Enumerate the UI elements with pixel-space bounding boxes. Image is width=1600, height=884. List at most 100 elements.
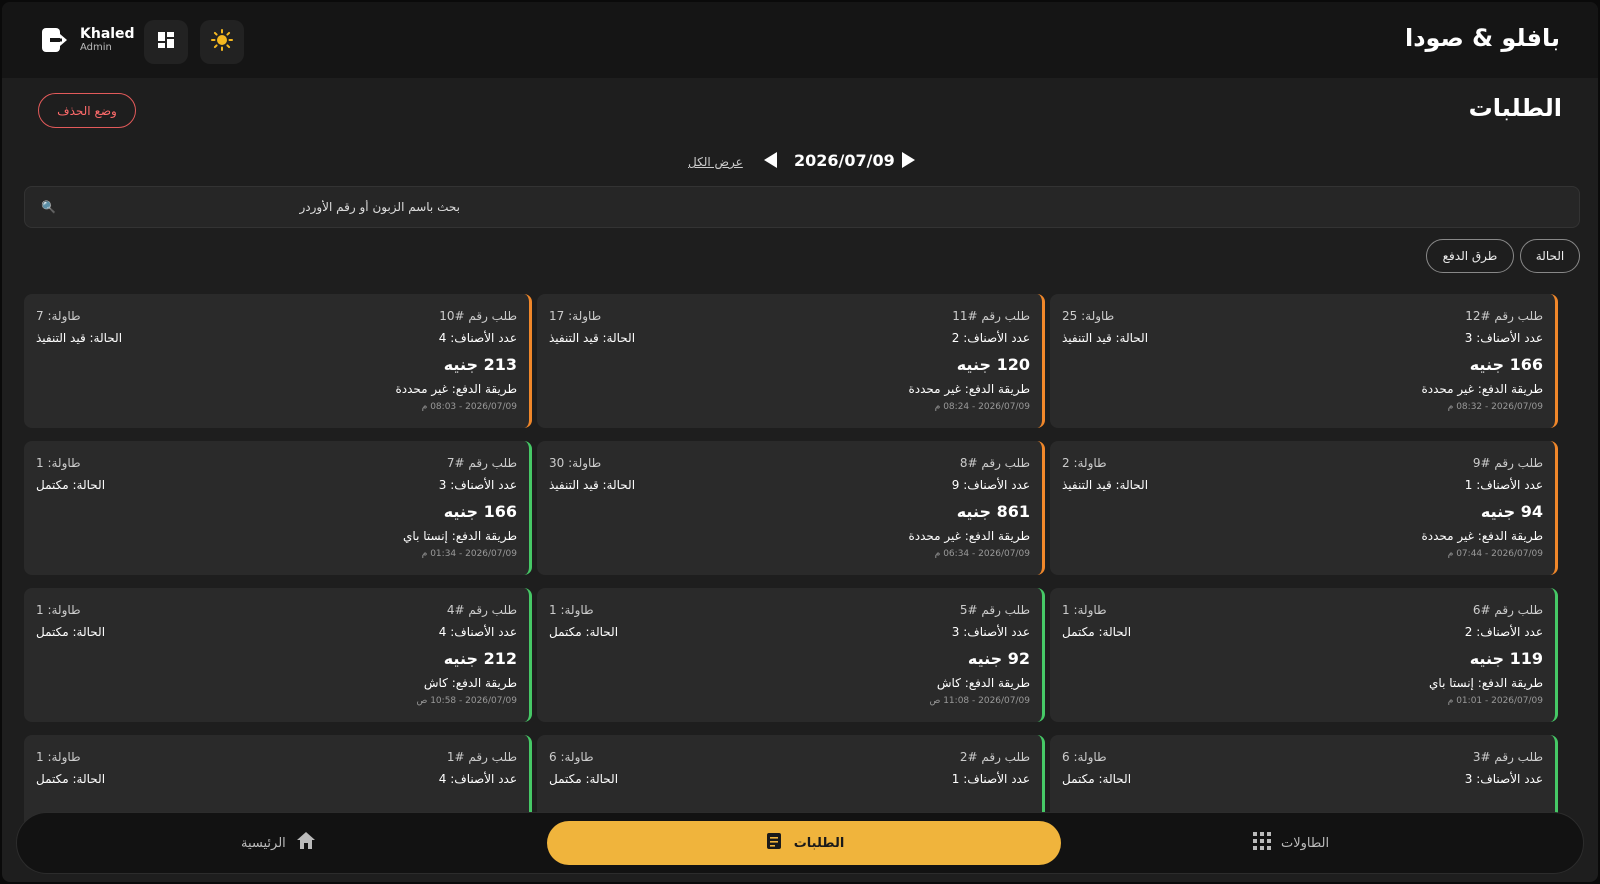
receipt-icon: [764, 831, 784, 855]
order-status: الحالة: مكتمل: [1062, 625, 1132, 639]
order-card[interactable]: طلب رقم #11 طاولة: 17 عدد الأصناف: 2 الحالة…: [537, 294, 1045, 428]
order-items-count: عدد الأصناف: 3: [951, 625, 1030, 639]
home-icon: [296, 831, 316, 855]
order-items-count: عدد الأصناف: 9: [951, 478, 1030, 492]
order-price: 120 جنيه: [956, 355, 1030, 374]
status-filter-button[interactable]: الحالة: [1520, 239, 1580, 273]
date-navigation: عرض الكل 2026/07/09: [2, 148, 1598, 176]
order-items-count: عدد الأصناف: 2: [951, 331, 1030, 345]
logout-icon[interactable]: [40, 26, 68, 54]
dashboard-icon: [157, 31, 175, 53]
grid-icon: [1253, 832, 1271, 854]
order-price: 166 جنيه: [443, 502, 517, 521]
order-payment-method: طريقة الدفع: غير محددة: [908, 382, 1030, 396]
orders-grid: طلب رقم #12 طاولة: 25 عدد الأصناف: 3 الحالة…: [24, 294, 1580, 869]
bottom-navigation: الطاولات الطلبات الرئيسية: [16, 812, 1584, 874]
order-card[interactable]: طلب رقم #12 طاولة: 25 عدد الأصناف: 3 الحالة…: [1050, 294, 1558, 428]
order-table: طاولة: 6: [1062, 750, 1107, 764]
order-table: طاولة: 1: [549, 603, 594, 617]
order-table: طاولة: 1: [36, 750, 81, 764]
user-block: Khaled Admin: [40, 24, 135, 56]
nav-orders[interactable]: الطلبات: [547, 821, 1061, 865]
search-icon: 🔍: [41, 200, 56, 214]
order-date: 2026/07/09 - 07:44 م: [1447, 549, 1543, 559]
order-table: طاولة: 6: [549, 750, 594, 764]
order-payment-method: طريقة الدفع: إنستا باي: [1429, 676, 1543, 690]
top-bar: Khaled Admin بافلو & صودا: [2, 2, 1598, 78]
order-status: الحالة: قيد التنفيذ: [1062, 331, 1149, 345]
order-status: الحالة: مكتمل: [549, 625, 619, 639]
nav-orders-label: الطلبات: [793, 835, 845, 851]
nav-home-label: الرئيسية: [241, 835, 286, 851]
next-date-icon[interactable]: [902, 152, 915, 168]
order-price: 166 جنيه: [1469, 355, 1543, 374]
order-card[interactable]: طلب رقم #9 طاولة: 2 عدد الأصناف: 1 الحالة: …: [1050, 441, 1558, 575]
order-number: طلب رقم #5: [959, 603, 1030, 617]
order-date: 2026/07/09 - 10:58 ص: [416, 696, 517, 706]
order-price: 119 جنيه: [1469, 649, 1543, 668]
payment-methods-filter-button[interactable]: طرق الدفع: [1426, 239, 1514, 273]
order-status: الحالة: مكتمل: [36, 625, 106, 639]
order-payment-method: طريقة الدفع: غير محددة: [1421, 382, 1543, 396]
order-payment-method: طريقة الدفع: غير محددة: [1421, 529, 1543, 543]
order-status: الحالة: قيد التنفيذ: [549, 478, 636, 492]
show-all-link[interactable]: عرض الكل: [688, 155, 743, 169]
theme-toggle-button[interactable]: [200, 20, 244, 64]
order-payment-method: طريقة الدفع: كاش: [423, 676, 517, 690]
order-number: طلب رقم #6: [1472, 603, 1543, 617]
order-date: 2026/07/09 - 01:34 م: [421, 549, 517, 559]
search-input[interactable]: [59, 200, 460, 214]
order-items-count: عدد الأصناف: 3: [1464, 772, 1543, 786]
nav-home[interactable]: الرئيسية: [241, 821, 316, 865]
order-card[interactable]: طلب رقم #5 طاولة: 1 عدد الأصناف: 3 الحالة: …: [537, 588, 1045, 722]
order-card[interactable]: طلب رقم #10 طاولة: 7 عدد الأصناف: 4 الحالة:…: [24, 294, 532, 428]
order-table: طاولة: 17: [549, 309, 602, 323]
order-table: طاولة: 2: [1062, 456, 1107, 470]
order-table: طاولة: 30: [549, 456, 602, 470]
order-number: طلب رقم #7: [446, 456, 517, 470]
delete-mode-button[interactable]: وضع الحذف: [38, 93, 136, 128]
order-table: طاولة: 1: [36, 456, 81, 470]
nav-tables[interactable]: الطاولات: [1253, 821, 1329, 865]
order-number: طلب رقم #9: [1472, 456, 1543, 470]
brand-logo: بافلو & صودا: [1404, 24, 1560, 52]
order-number: طلب رقم #8: [959, 456, 1030, 470]
order-card[interactable]: طلب رقم #6 طاولة: 1 عدد الأصناف: 2 الحالة: …: [1050, 588, 1558, 722]
order-number: طلب رقم #3: [1472, 750, 1543, 764]
order-table: طاولة: 25: [1062, 309, 1115, 323]
order-payment-method: طريقة الدفع: إنستا باي: [403, 529, 517, 543]
app-frame: Khaled Admin بافلو & صودا الطلبات وضع ال…: [2, 2, 1598, 882]
order-items-count: عدد الأصناف: 4: [438, 331, 517, 345]
order-price: 213 جنيه: [443, 355, 517, 374]
nav-tables-label: الطاولات: [1281, 835, 1330, 851]
user-name: Khaled: [80, 26, 135, 43]
previous-date-icon[interactable]: [764, 152, 777, 168]
current-date: 2026/07/09: [794, 151, 895, 170]
order-payment-method: طريقة الدفع: غير محددة: [395, 382, 517, 396]
order-status: الحالة: قيد التنفيذ: [1062, 478, 1149, 492]
order-date: 2026/07/09 - 06:34 م: [934, 549, 1030, 559]
order-card[interactable]: طلب رقم #8 طاولة: 30 عدد الأصناف: 9 الحالة:…: [537, 441, 1045, 575]
order-card[interactable]: طلب رقم #7 طاولة: 1 عدد الأصناف: 3 الحالة: …: [24, 441, 532, 575]
dashboard-button[interactable]: [144, 20, 188, 64]
order-card[interactable]: طلب رقم #4 طاولة: 1 عدد الأصناف: 4 الحالة: …: [24, 588, 532, 722]
order-date: 2026/07/09 - 08:03 م: [421, 402, 517, 412]
order-items-count: عدد الأصناف: 4: [438, 625, 517, 639]
order-number: طلب رقم #10: [439, 309, 517, 323]
order-number: طلب رقم #11: [952, 309, 1030, 323]
order-table: طاولة: 1: [36, 603, 81, 617]
user-role: Admin: [80, 42, 112, 54]
order-date: 2026/07/09 - 11:08 ص: [929, 696, 1030, 706]
order-items-count: عدد الأصناف: 3: [438, 478, 517, 492]
order-table: طاولة: 7: [36, 309, 81, 323]
order-status: الحالة: قيد التنفيذ: [549, 331, 636, 345]
order-number: طلب رقم #1: [446, 750, 517, 764]
sun-icon: [211, 29, 233, 55]
order-items-count: عدد الأصناف: 3: [1464, 331, 1543, 345]
order-items-count: عدد الأصناف: 4: [438, 772, 517, 786]
order-price: 92 جنيه: [967, 649, 1030, 668]
order-items-count: عدد الأصناف: 1: [951, 772, 1030, 786]
order-number: طلب رقم #12: [1465, 309, 1543, 323]
order-date: 2026/07/09 - 08:24 م: [934, 402, 1030, 412]
order-payment-method: طريقة الدفع: كاش: [936, 676, 1030, 690]
